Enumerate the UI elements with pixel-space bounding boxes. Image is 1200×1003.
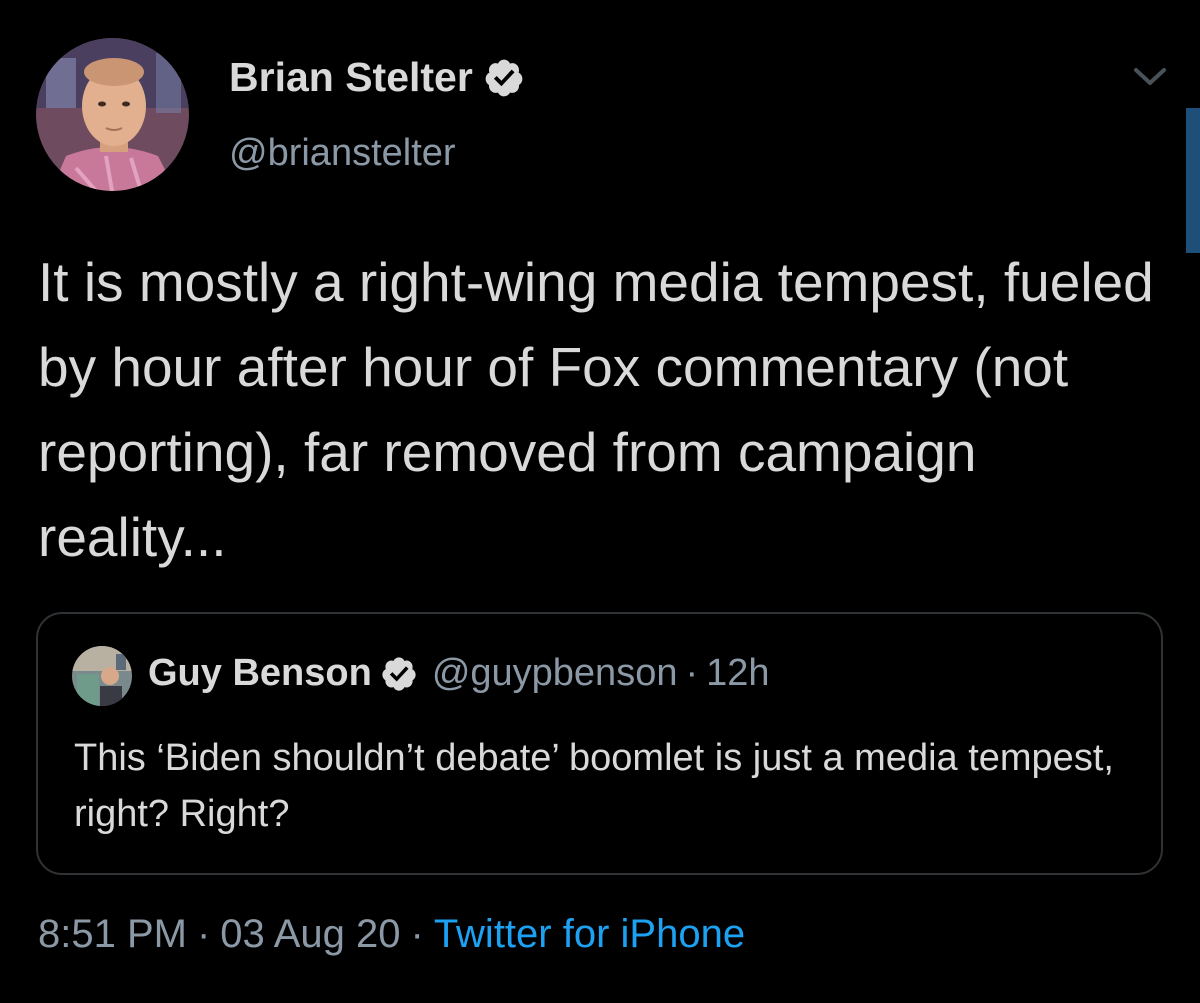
quoted-tweet-card[interactable]: Guy Benson @guypbenson · 12h This ‘Biden…	[36, 612, 1163, 875]
meta-separator: ·	[196, 912, 211, 956]
tweet-meta: 8:51 PM · 03 Aug 20 · Twitter for iPhone	[38, 912, 745, 957]
author-name-row[interactable]: Brian Stelter	[229, 54, 525, 101]
tweet-time: 8:51 PM	[38, 912, 187, 956]
quoted-tweet-separator: ·	[685, 652, 699, 694]
verified-badge-icon	[380, 655, 418, 693]
author-avatar[interactable]	[36, 38, 189, 191]
author-handle[interactable]: @brianstelter	[229, 132, 456, 175]
quoted-tweet-time[interactable]: 12h	[706, 652, 769, 695]
chevron-down-icon[interactable]	[1130, 62, 1170, 90]
quoted-author-name[interactable]: Guy Benson	[148, 652, 372, 695]
verified-badge-icon	[483, 57, 525, 99]
tweet-container: Brian Stelter @brianstelter It is mostly…	[0, 0, 1200, 1003]
tweet-source-link[interactable]: Twitter for iPhone	[434, 912, 745, 956]
scrollbar-thumb[interactable]	[1186, 108, 1200, 253]
quoted-author-avatar[interactable]	[72, 646, 132, 706]
quoted-tweet-text: This ‘Biden shouldn’t debate’ boomlet is…	[74, 737, 1114, 835]
quoted-tweet-header: Guy Benson @guypbenson · 12h	[148, 652, 770, 695]
meta-separator: ·	[410, 912, 424, 956]
author-name[interactable]: Brian Stelter	[229, 54, 473, 101]
tweet-text: It is mostly a right-wing media tempest,…	[38, 251, 1154, 568]
tweet-date: 03 Aug 20	[220, 912, 401, 956]
quoted-author-handle[interactable]: @guypbenson	[432, 652, 678, 695]
